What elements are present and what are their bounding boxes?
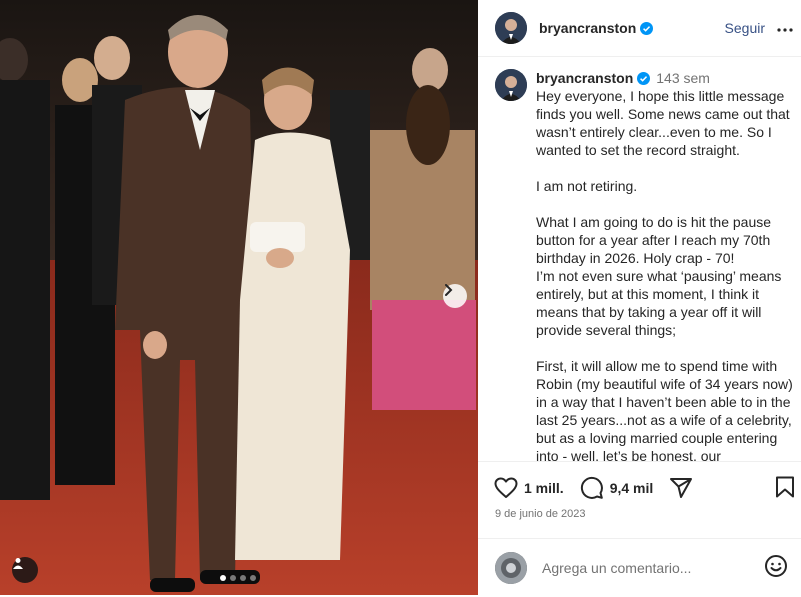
verified-badge-icon xyxy=(637,72,651,85)
post-header: bryancranston Seguir xyxy=(478,0,801,57)
caption-scroll-area[interactable]: bryancranston 143 sem Hey everyone, I hop… xyxy=(478,57,801,461)
avatar-image xyxy=(495,69,527,101)
carousel-dot xyxy=(220,575,226,581)
send-icon xyxy=(670,478,693,498)
emoji-button[interactable] xyxy=(764,554,788,583)
caption-author-avatar[interactable] xyxy=(495,69,527,101)
save-button[interactable] xyxy=(775,476,795,503)
chevron-right-icon xyxy=(445,284,453,296)
author-username-text[interactable]: bryancranston xyxy=(539,20,636,36)
author-avatar[interactable] xyxy=(495,12,527,44)
follow-button[interactable]: Seguir xyxy=(725,20,765,36)
caption: bryancranston 143 sem Hey everyone, I hop… xyxy=(478,57,801,461)
red-carpet-photo xyxy=(0,0,478,595)
comment-icon xyxy=(580,476,603,499)
post-age[interactable]: 143 sem xyxy=(656,70,710,86)
post-side-panel: bryancranston Seguir bryancranston 143 se… xyxy=(478,0,801,595)
likes-count[interactable]: 1 mill. xyxy=(524,480,564,496)
caption-username[interactable]: bryancranston xyxy=(536,70,633,86)
caption-body: bryancranston 143 sem Hey everyone, I hop… xyxy=(536,69,794,461)
caption-text: Hey everyone, I hope this little message… xyxy=(536,88,793,461)
bookmark-icon xyxy=(776,476,794,498)
carousel-dot xyxy=(240,575,246,581)
share-button[interactable] xyxy=(669,476,693,500)
comment-button[interactable]: 9,4 mil xyxy=(580,476,654,500)
post-actions: 1 mill. 9,4 mil 9 de junio de 2023 xyxy=(478,461,801,596)
more-options-icon[interactable] xyxy=(777,19,793,37)
current-user-avatar xyxy=(495,552,527,584)
user-icon xyxy=(13,558,23,569)
avatar-image xyxy=(495,12,527,44)
avatar-image xyxy=(495,552,527,584)
carousel-dot xyxy=(250,575,256,581)
comment-input[interactable] xyxy=(540,559,754,577)
tagged-users-button[interactable] xyxy=(12,557,38,583)
post-image[interactable] xyxy=(0,0,478,595)
comments-count[interactable]: 9,4 mil xyxy=(610,480,654,496)
carousel-dot xyxy=(230,575,236,581)
emoji-icon xyxy=(765,554,787,577)
comment-composer xyxy=(478,538,801,597)
heart-icon xyxy=(494,477,518,498)
carousel-indicators xyxy=(220,575,256,581)
post-date[interactable]: 9 de junio de 2023 xyxy=(495,508,586,520)
carousel-next-button[interactable] xyxy=(443,284,467,308)
author-username[interactable]: bryancranston xyxy=(539,20,654,36)
verified-badge-icon xyxy=(640,22,654,35)
like-button[interactable]: 1 mill. xyxy=(494,477,564,499)
